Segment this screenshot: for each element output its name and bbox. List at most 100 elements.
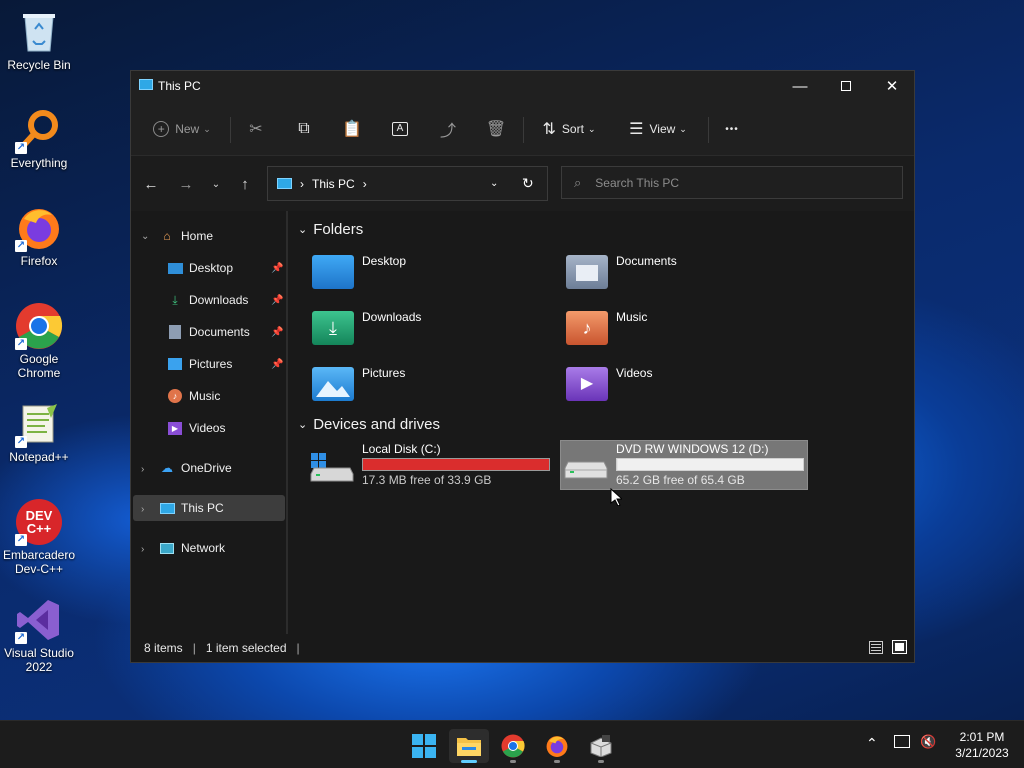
clock[interactable]: 2:01 PM 3/21/2023: [946, 729, 1018, 761]
sort-icon: ⇅: [542, 121, 556, 138]
chevron-right-icon[interactable]: ›: [141, 464, 144, 475]
desktop-icon-firefox[interactable]: ↗ Firefox: [2, 204, 76, 268]
sidebar-item-label: Home: [181, 229, 214, 243]
forward-button[interactable]: →: [173, 171, 199, 197]
pin-icon[interactable]: 📌: [271, 359, 283, 370]
taskbar-file-explorer[interactable]: [449, 729, 489, 763]
recent-locations-button[interactable]: ⌄: [203, 171, 229, 197]
file-explorer-window[interactable]: This PC — ✕ + New ⌄ ✂ ⧉ 📋 A ⤴ 🗑 ⇅ Sort ⌄…: [130, 70, 915, 663]
sidebar-item-label: This PC: [181, 501, 224, 515]
firefox-icon: [546, 736, 568, 757]
folder-item-documents[interactable]: Documents: [554, 251, 794, 297]
folder-item-videos[interactable]: ▶ Videos: [554, 363, 794, 409]
volume-button[interactable]: 🔇: [920, 734, 936, 750]
desktop-icon-label: Embarcadero Dev-C++: [2, 548, 76, 576]
paste-button[interactable]: 📋: [339, 115, 365, 143]
sidebar-item-label: Desktop: [189, 261, 234, 275]
rename-button[interactable]: A: [387, 115, 413, 143]
chevron-down-icon[interactable]: ⌄: [141, 231, 149, 242]
sidebar-item-desktop[interactable]: Desktop: [167, 255, 233, 281]
taskbar: ⌃ 🔇 2:01 PM 3/21/2023: [0, 720, 1024, 768]
title-bar[interactable]: This PC — ✕: [131, 71, 914, 101]
copy-button[interactable]: ⧉: [291, 115, 317, 143]
desktop-icon-devcpp[interactable]: DEV C++ ↗ Embarcadero Dev-C++: [2, 498, 76, 576]
navigation-pane: ⌄ ⌂ Home Desktop 📌 ⤓ Downloads 📌 Documen…: [131, 211, 288, 634]
details-view-button[interactable]: [869, 641, 883, 654]
taskbar-installer[interactable]: [581, 729, 621, 763]
folder-item-pictures[interactable]: Pictures: [300, 363, 540, 409]
start-button[interactable]: [404, 729, 444, 763]
sidebar-item-onedrive[interactable]: ☁ OneDrive: [159, 455, 232, 481]
close-icon: ✕: [885, 78, 899, 95]
music-folder-icon: ♪: [566, 311, 608, 345]
search-box[interactable]: ⌕ Search This PC: [561, 166, 903, 199]
pin-icon[interactable]: 📌: [271, 327, 283, 338]
chevron-right-icon[interactable]: ›: [141, 504, 144, 515]
maximize-button[interactable]: [823, 71, 869, 101]
breadcrumb-this-pc[interactable]: This PC: [312, 177, 355, 191]
cloud-icon: ☁: [161, 461, 173, 475]
folder-item-music[interactable]: ♪ Music: [554, 307, 794, 353]
sidebar-item-home[interactable]: ⌂ Home: [159, 223, 213, 249]
tiles-view-button[interactable]: [892, 640, 907, 654]
address-dropdown-button[interactable]: ⌄: [490, 178, 498, 189]
more-options-button[interactable]: •••: [717, 115, 747, 143]
sidebar-item-videos[interactable]: ▶ Videos: [167, 415, 225, 441]
refresh-button[interactable]: ↻: [522, 175, 534, 192]
sidebar-item-documents[interactable]: Documents: [167, 319, 250, 345]
drive-item-c[interactable]: Local Disk (C:) 17.3 MB free of 33.9 GB: [300, 440, 550, 490]
sidebar-item-this-pc[interactable]: This PC: [159, 495, 224, 521]
desktop-icon-everything[interactable]: ↗ Everything: [2, 106, 76, 170]
sidebar-item-label: Network: [181, 541, 226, 555]
this-pc-icon: [159, 501, 175, 515]
minimize-button[interactable]: —: [777, 71, 823, 101]
arrow-left-icon: ←: [143, 175, 159, 193]
sidebar-item-downloads[interactable]: ⤓ Downloads: [167, 287, 248, 313]
details-view-icon: [871, 644, 881, 645]
back-button[interactable]: ←: [138, 171, 164, 197]
desktop-icon-notepadpp[interactable]: ↗ Notepad++: [2, 400, 76, 464]
new-label: New: [175, 122, 200, 136]
desktop-icon-recycle-bin[interactable]: Recycle Bin: [2, 8, 76, 72]
close-button[interactable]: ✕: [869, 71, 915, 101]
sidebar-item-network[interactable]: Network: [159, 535, 225, 561]
pin-icon[interactable]: 📌: [271, 295, 283, 306]
desktop-icon-label: Recycle Bin: [7, 58, 71, 72]
tiles-view-icon: [895, 643, 904, 651]
folder-item-desktop[interactable]: Desktop: [300, 251, 540, 297]
chevron-right-icon[interactable]: ›: [141, 544, 144, 555]
sidebar-item-music[interactable]: ♪ Music: [167, 383, 220, 409]
share-button[interactable]: ⤴: [435, 115, 461, 143]
address-bar[interactable]: › This PC › ⌄ ↻: [267, 166, 548, 201]
new-button[interactable]: + New ⌄: [149, 115, 215, 143]
taskbar-chrome[interactable]: [493, 729, 533, 763]
network-status-button[interactable]: [894, 735, 910, 748]
delete-button[interactable]: 🗑: [483, 115, 509, 143]
view-button[interactable]: ☰ View ⌄: [624, 115, 692, 143]
up-button[interactable]: ↑: [232, 171, 258, 197]
window-title: This PC: [158, 79, 201, 93]
taskbar-firefox[interactable]: [537, 729, 577, 763]
folder-item-downloads[interactable]: ⤓ Downloads: [300, 307, 540, 353]
desktop-icon-chrome[interactable]: ↗ Google Chrome: [2, 302, 76, 380]
show-hidden-icons-button[interactable]: ⌃: [866, 735, 878, 752]
rename-icon: A: [392, 122, 408, 136]
folder-label: Pictures: [362, 366, 406, 380]
running-indicator: [554, 760, 560, 763]
drive-usage-fill: [363, 459, 549, 470]
scissors-icon: ✂: [249, 121, 263, 138]
drives-group-header[interactable]: ⌄ Devices and drives: [298, 416, 440, 433]
refresh-icon: ↻: [522, 175, 534, 191]
desktop-icon-visual-studio[interactable]: ↗ Visual Studio 2022: [2, 596, 76, 674]
status-bar: 8 items | 1 item selected |: [131, 634, 914, 662]
pin-icon[interactable]: 📌: [271, 263, 283, 274]
drive-item-d[interactable]: DVD RW WINDOWS 12 (D:) 65.2 GB free of 6…: [554, 440, 804, 490]
desktop-icon-label: Everything: [10, 156, 68, 170]
search-placeholder: Search This PC: [595, 175, 680, 190]
chrome-icon: [501, 734, 525, 758]
sidebar-item-pictures[interactable]: Pictures: [167, 351, 232, 377]
folders-group-header[interactable]: ⌄ Folders: [298, 221, 363, 238]
cut-button[interactable]: ✂: [243, 115, 269, 143]
sort-button[interactable]: ⇅ Sort ⌄: [536, 115, 602, 143]
sort-label: Sort: [561, 122, 584, 136]
